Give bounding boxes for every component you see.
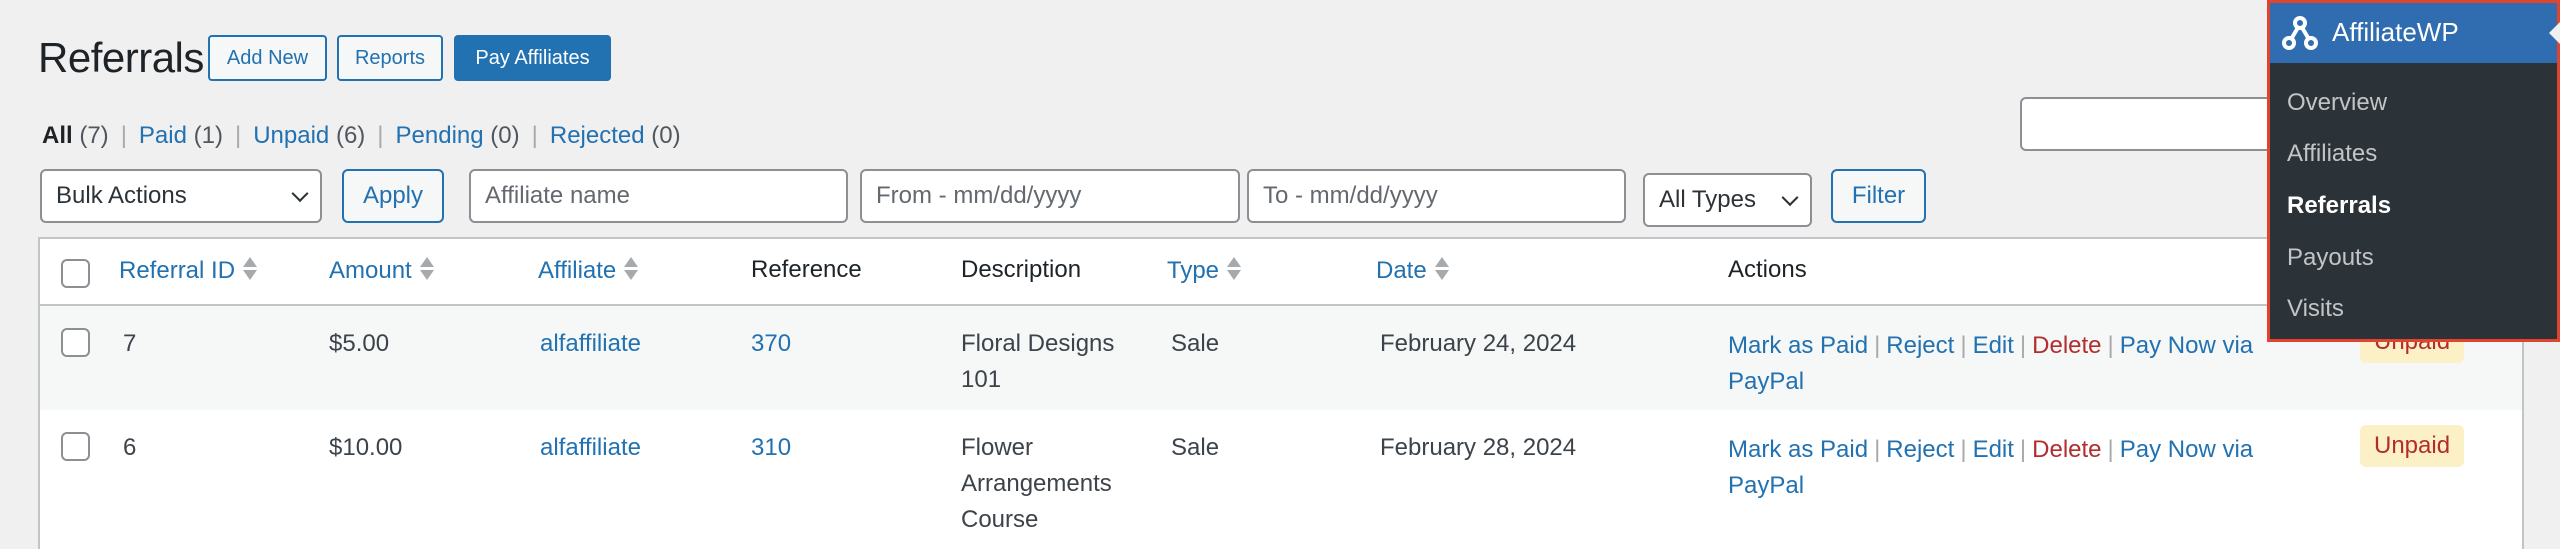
- amount: $5.00: [329, 330, 390, 357]
- date: February 28, 2024: [1380, 434, 1577, 461]
- sort-icon: [1434, 256, 1449, 282]
- pay-affiliates-button[interactable]: Pay Affiliates: [454, 35, 611, 81]
- description: Flower Arrangements Course: [961, 434, 1112, 533]
- sort-icon: [419, 256, 434, 282]
- menu-item-referrals[interactable]: Referrals: [2287, 192, 2391, 220]
- affiliatewp-flyout-menu: AffiliateWP Overview Affiliates Referral…: [2267, 0, 2560, 342]
- affiliatewp-logo-icon: [2282, 16, 2318, 50]
- type: Sale: [1171, 330, 1220, 357]
- menu-item-affiliates[interactable]: Affiliates: [2287, 140, 2377, 168]
- menu-item-overview[interactable]: Overview: [2287, 89, 2387, 117]
- filter-unpaid[interactable]: Unpaid: [253, 122, 329, 149]
- current-menu-arrow-icon: [2549, 22, 2560, 44]
- menu-item-visits[interactable]: Visits: [2287, 295, 2344, 323]
- referral-id: 6: [123, 434, 137, 461]
- reject-link[interactable]: Reject: [1886, 332, 1954, 359]
- row-actions: Mark as Paid | Reject | Edit | Delete | Pay Now …: [1728, 436, 2254, 499]
- reports-button[interactable]: Reports: [337, 35, 443, 81]
- filter-paid[interactable]: Paid: [139, 122, 187, 149]
- table-header: Referral ID Amount Affiliate Reference D…: [40, 239, 2522, 306]
- referrals-table: Referral ID Amount Affiliate Reference D…: [38, 237, 2524, 549]
- column-referral-id[interactable]: Referral ID: [119, 256, 258, 285]
- reference-link[interactable]: 310: [751, 430, 791, 466]
- edit-link[interactable]: Edit: [1973, 436, 2014, 463]
- column-amount[interactable]: Amount: [329, 256, 434, 285]
- table-row: 6 $10.00 alfaffiliate 310 Flower Arrange…: [40, 410, 2522, 549]
- type-select[interactable]: All Types: [1643, 173, 1812, 227]
- filter-all[interactable]: All (7): [42, 122, 109, 149]
- row-actions: Mark as Paid | Reject | Edit | Delete | Pay Now …: [1728, 332, 2254, 395]
- type: Sale: [1171, 434, 1220, 461]
- delete-link[interactable]: Delete: [2032, 332, 2101, 359]
- referral-id: 7: [123, 330, 137, 357]
- apply-button[interactable]: Apply: [342, 169, 444, 223]
- mark-as-paid-link[interactable]: Mark as Paid: [1728, 332, 1868, 359]
- reject-link[interactable]: Reject: [1886, 436, 1954, 463]
- sort-icon: [243, 256, 258, 282]
- row-checkbox[interactable]: [61, 432, 90, 461]
- filter-pending[interactable]: Pending: [396, 122, 484, 149]
- description: Floral Designs 101: [961, 330, 1115, 393]
- row-checkbox[interactable]: [61, 328, 90, 357]
- add-new-button[interactable]: Add New: [208, 35, 327, 81]
- menu-header[interactable]: AffiliateWP: [2270, 3, 2560, 63]
- column-actions: Actions: [1728, 256, 1807, 283]
- amount: $10.00: [329, 434, 403, 461]
- menu-title: AffiliateWP: [2332, 17, 2459, 47]
- sort-icon: [1227, 256, 1242, 282]
- to-date-input[interactable]: To - mm/dd/yyyy: [1247, 169, 1626, 223]
- date: February 24, 2024: [1380, 330, 1577, 357]
- status-badge: Unpaid: [2360, 425, 2465, 467]
- column-reference: Reference: [751, 256, 862, 283]
- affiliate-link[interactable]: alfaffiliate: [540, 326, 641, 362]
- select-all-checkbox[interactable]: [61, 259, 90, 288]
- column-date[interactable]: Date: [1376, 256, 1449, 285]
- page-title: Referrals: [38, 34, 204, 81]
- column-type[interactable]: Type: [1167, 256, 1242, 285]
- status-filter-links: All (7) | Paid (1) | Unpaid (6) | Pending (0) |…: [42, 122, 681, 149]
- column-affiliate[interactable]: Affiliate: [538, 256, 639, 285]
- filter-button[interactable]: Filter: [1831, 169, 1926, 223]
- chevron-down-icon: [291, 185, 309, 203]
- menu-item-payouts[interactable]: Payouts: [2287, 244, 2374, 272]
- filter-rejected[interactable]: Rejected: [550, 122, 645, 149]
- table-row: 7 $5.00 alfaffiliate 370 Floral Designs …: [40, 306, 2522, 410]
- affiliate-link[interactable]: alfaffiliate: [540, 430, 641, 466]
- bulk-actions-select[interactable]: Bulk Actions: [40, 169, 322, 223]
- affiliate-name-input[interactable]: Affiliate name: [469, 169, 848, 223]
- chevron-down-icon: [1781, 189, 1799, 207]
- from-date-input[interactable]: From - mm/dd/yyyy: [860, 169, 1240, 223]
- reference-link[interactable]: 370: [751, 326, 791, 362]
- delete-link[interactable]: Delete: [2032, 436, 2101, 463]
- sort-icon: [624, 256, 639, 282]
- mark-as-paid-link[interactable]: Mark as Paid: [1728, 436, 1868, 463]
- edit-link[interactable]: Edit: [1973, 332, 2014, 359]
- column-description: Description: [961, 256, 1082, 283]
